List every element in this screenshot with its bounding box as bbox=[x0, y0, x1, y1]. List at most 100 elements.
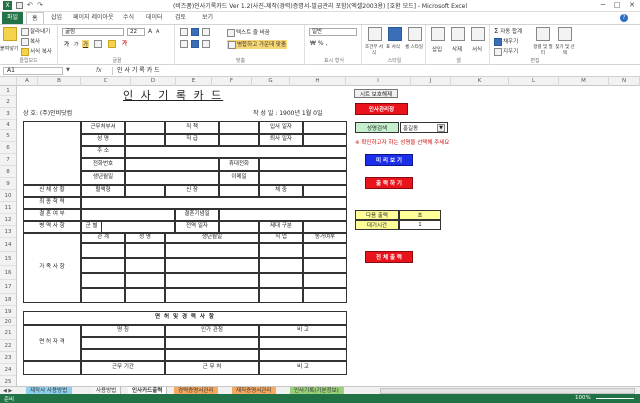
grow-font-icon[interactable]: A bbox=[148, 28, 152, 35]
column-header[interactable]: N bbox=[609, 77, 640, 86]
conditional-format-button[interactable] bbox=[366, 27, 384, 41]
help-icon[interactable]: ? bbox=[620, 14, 628, 22]
row-header[interactable]: 3 bbox=[0, 108, 16, 120]
table-format-button[interactable] bbox=[386, 27, 404, 41]
fill-color-icon[interactable] bbox=[108, 40, 117, 48]
print-all-button[interactable]: 전 체 출 력 bbox=[365, 251, 413, 263]
font-color-icon[interactable]: 가 bbox=[122, 39, 127, 47]
align-top-icon[interactable] bbox=[180, 28, 189, 36]
row-header[interactable]: 10 bbox=[0, 190, 16, 202]
cut-button[interactable]: 잘라내기 bbox=[21, 27, 50, 36]
copy-button[interactable]: 복사 bbox=[21, 37, 40, 46]
italic-button[interactable]: 가 bbox=[73, 40, 78, 48]
row-header[interactable]: 14 bbox=[0, 238, 16, 252]
row-header[interactable]: 23 bbox=[0, 352, 16, 364]
fill-button[interactable]: 채우기 bbox=[494, 37, 518, 46]
row-header[interactable]: 21 bbox=[0, 326, 16, 340]
clear-button[interactable]: 지우기 bbox=[494, 47, 518, 56]
autosum-button[interactable]: Σ 자동 합계 bbox=[494, 27, 522, 35]
paste-button[interactable] bbox=[2, 27, 18, 41]
align-center-icon[interactable] bbox=[191, 40, 200, 48]
bold-button[interactable]: 가 bbox=[64, 40, 69, 48]
tab-home[interactable]: 홈 bbox=[26, 12, 44, 24]
format-painter-button[interactable]: 서식 복사 bbox=[21, 47, 52, 56]
minimize-button[interactable]: ─ bbox=[596, 0, 610, 11]
wrap-text-button[interactable]: 텍스트 줄 바꿈 bbox=[227, 28, 270, 37]
column-header[interactable]: F bbox=[212, 77, 252, 86]
row-header[interactable]: 4 bbox=[0, 120, 16, 130]
column-header[interactable]: D bbox=[131, 77, 176, 86]
select-all-corner[interactable] bbox=[0, 77, 17, 86]
row-header[interactable]: 15 bbox=[0, 252, 16, 266]
column-header[interactable]: E bbox=[176, 77, 212, 86]
currency-icon[interactable]: ₩ % , bbox=[310, 40, 327, 47]
column-header[interactable]: C bbox=[81, 77, 131, 86]
seconds-input[interactable]: 1 bbox=[399, 220, 441, 230]
maximize-button[interactable]: □ bbox=[610, 0, 624, 11]
column-header[interactable]: H bbox=[290, 77, 346, 86]
column-header[interactable]: I bbox=[346, 77, 411, 86]
column-header[interactable]: K bbox=[451, 77, 509, 86]
row-header[interactable]: 19 bbox=[0, 306, 16, 318]
zoom-level[interactable]: 100% bbox=[575, 395, 591, 401]
align-bottom-icon[interactable] bbox=[202, 28, 211, 36]
row-header[interactable]: 12 bbox=[0, 214, 16, 226]
name-lookup-select[interactable]: 홍길동 ▼ bbox=[400, 122, 448, 133]
delete-cells-button[interactable] bbox=[451, 27, 466, 41]
formula-input[interactable]: 인 사 기 록 카 드 bbox=[112, 67, 632, 75]
border-icon[interactable] bbox=[94, 40, 103, 48]
preview-button[interactable]: 미 리 보 기 bbox=[365, 154, 413, 166]
row-header[interactable]: 16 bbox=[0, 266, 16, 280]
row-header[interactable]: 1 bbox=[0, 86, 16, 96]
row-header[interactable]: 18 bbox=[0, 294, 16, 306]
merge-center-button[interactable]: 병합하고 가운데 맞춤 bbox=[227, 40, 288, 49]
row-header[interactable]: 20 bbox=[0, 318, 16, 326]
print-button[interactable]: 출 력 하 기 bbox=[365, 177, 413, 189]
function-icon[interactable]: fx bbox=[96, 67, 102, 74]
row-header[interactable]: 9 bbox=[0, 178, 16, 190]
column-header[interactable]: M bbox=[559, 77, 609, 86]
row-header[interactable]: 17 bbox=[0, 280, 16, 294]
sort-filter-button[interactable] bbox=[536, 27, 551, 41]
row-header[interactable]: 7 bbox=[0, 154, 16, 166]
zoom-slider[interactable] bbox=[596, 398, 634, 399]
column-header[interactable]: J bbox=[411, 77, 451, 86]
name-box-dropdown-icon[interactable]: ▼ bbox=[66, 67, 70, 73]
find-select-button[interactable] bbox=[558, 27, 573, 41]
column-header[interactable]: G bbox=[252, 77, 290, 86]
align-middle-icon[interactable] bbox=[191, 28, 200, 36]
name-box[interactable]: A1 bbox=[3, 67, 63, 75]
align-right-icon[interactable] bbox=[202, 40, 211, 48]
row-header[interactable]: 13 bbox=[0, 226, 16, 238]
column-header[interactable]: B bbox=[38, 77, 81, 86]
align-left-icon[interactable] bbox=[180, 40, 189, 48]
tab-page-layout[interactable]: 페이지 레이아웃 bbox=[68, 12, 119, 24]
row-header[interactable]: 6 bbox=[0, 142, 16, 154]
tab-insert[interactable]: 삽입 bbox=[46, 12, 67, 24]
worksheet[interactable]: 인 사 기 록 카 드상 호: (주)인비닷컴 작 성 일 : 1900년 1월 … bbox=[17, 86, 640, 386]
row-header[interactable]: 8 bbox=[0, 166, 16, 178]
shrink-font-icon[interactable]: A bbox=[156, 29, 159, 35]
close-button[interactable]: ✕ bbox=[625, 0, 639, 11]
hr-management-button[interactable]: 인사관리장 bbox=[355, 103, 408, 115]
insert-cells-button[interactable] bbox=[431, 27, 446, 41]
row-header[interactable]: 2 bbox=[0, 96, 16, 108]
font-size-select[interactable]: 22 bbox=[127, 28, 145, 36]
sheet-protect-button[interactable]: 시트 보호해제 bbox=[354, 89, 398, 98]
tab-review[interactable]: 검토 bbox=[170, 12, 191, 24]
row-header[interactable]: 24 bbox=[0, 364, 16, 376]
column-header[interactable]: A bbox=[17, 77, 38, 86]
format-cells-button[interactable] bbox=[471, 27, 486, 41]
tab-file[interactable]: 파일 bbox=[2, 12, 24, 24]
row-header[interactable]: 22 bbox=[0, 340, 16, 352]
number-format-select[interactable]: 일반 bbox=[309, 28, 357, 36]
row-header[interactable]: 5 bbox=[0, 130, 16, 142]
row-header[interactable]: 11 bbox=[0, 202, 16, 214]
tab-view[interactable]: 보기 bbox=[197, 12, 218, 24]
underline-button[interactable]: 가 bbox=[82, 40, 90, 48]
dropdown-arrow-icon[interactable]: ▼ bbox=[437, 123, 445, 132]
tab-formulas[interactable]: 수식 bbox=[118, 12, 139, 24]
cell-style-button[interactable] bbox=[406, 27, 424, 41]
tab-data[interactable]: 데이터 bbox=[141, 12, 168, 24]
font-name-select[interactable]: 굴림 bbox=[62, 28, 124, 36]
